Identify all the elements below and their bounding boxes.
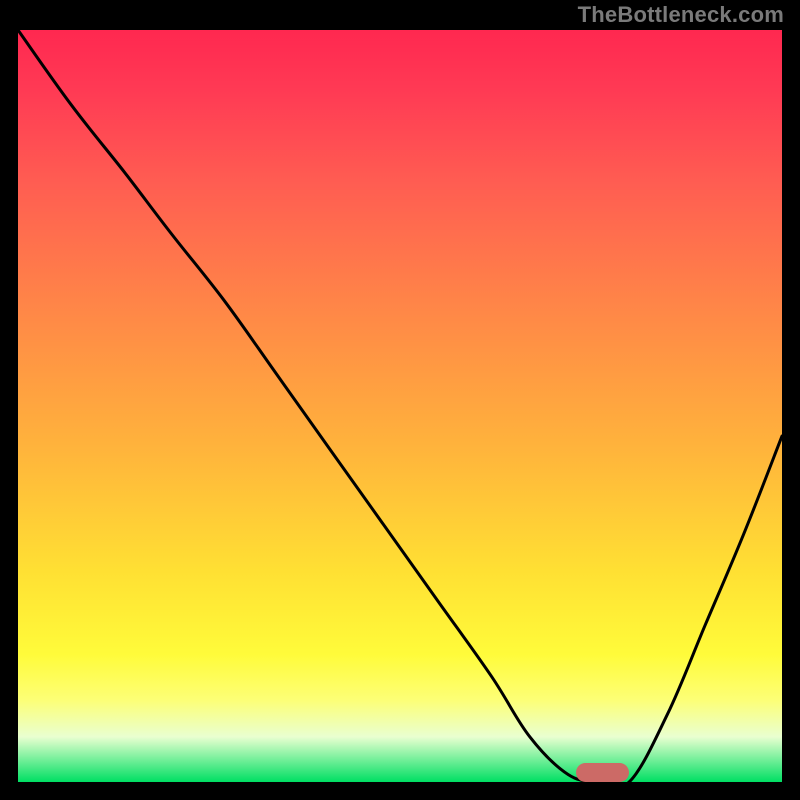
attribution-text: TheBottleneck.com — [578, 2, 784, 28]
optimal-marker — [576, 763, 629, 782]
chart-frame: TheBottleneck.com — [0, 0, 800, 800]
bottleneck-curve — [18, 30, 782, 782]
curve-path — [18, 30, 782, 782]
plot-area — [18, 30, 782, 782]
